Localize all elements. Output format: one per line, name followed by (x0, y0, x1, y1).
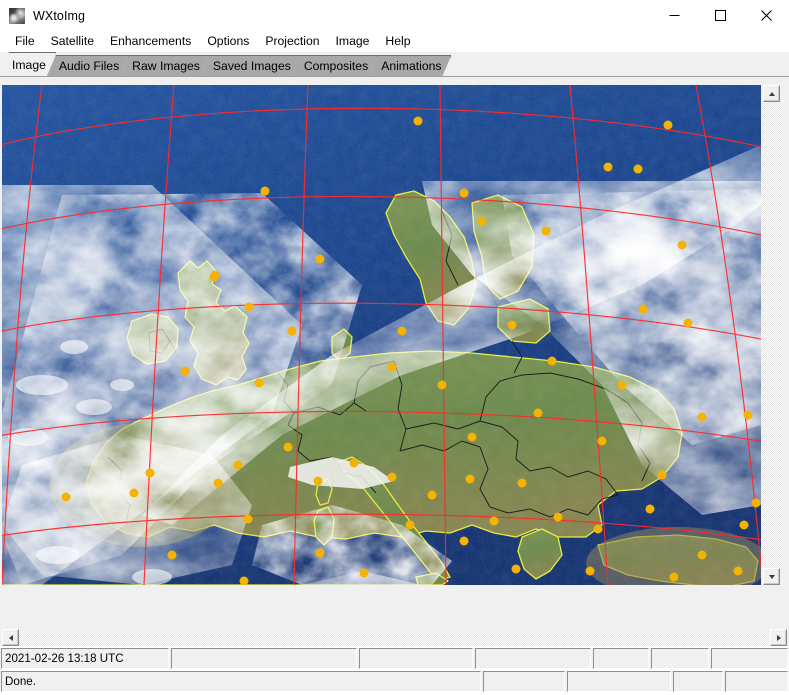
image-tab-panel (0, 77, 789, 646)
tab-raw-images[interactable]: Raw Images (120, 55, 210, 76)
menu-enhancements[interactable]: Enhancements (102, 33, 199, 50)
status-bar-top: 2021-02-26 13:18 UTC (0, 648, 789, 669)
status-bar-bottom: Done. (0, 671, 789, 692)
message-panel: Done. (1, 671, 481, 692)
tab-image[interactable]: Image (0, 52, 56, 76)
status-panel-6 (651, 648, 709, 669)
wxtoimg-window: WXtoImg File Satellite Enhancements Opti… (0, 0, 789, 695)
maximize-button[interactable] (697, 0, 743, 31)
minimize-button[interactable] (651, 0, 697, 31)
menu-image[interactable]: Image (328, 33, 378, 50)
menu-bar: File Satellite Enhancements Options Proj… (0, 31, 789, 52)
vertical-scrollbar[interactable] (763, 85, 780, 585)
menu-satellite[interactable]: Satellite (43, 33, 102, 50)
status2-panel-2 (483, 671, 565, 692)
app-satellite-icon (9, 8, 25, 24)
tab-composites[interactable]: Composites (292, 55, 378, 76)
status-panel-4 (475, 648, 591, 669)
status-panel-7 (711, 648, 788, 669)
close-button[interactable] (743, 0, 789, 31)
window-title: WXtoImg (33, 9, 85, 23)
scroll-down-arrow[interactable] (763, 568, 780, 585)
horizontal-scrollbar[interactable] (2, 629, 787, 646)
tab-strip: Image Audio Files Raw Images Saved Image… (0, 52, 789, 77)
scroll-left-arrow[interactable] (2, 629, 19, 646)
menu-options[interactable]: Options (199, 33, 257, 50)
title-bar: WXtoImg (0, 0, 789, 31)
status2-panel-4 (673, 671, 723, 692)
status2-panel-3 (567, 671, 671, 692)
tab-audio-files[interactable]: Audio Files (47, 55, 129, 76)
status2-panel-5 (725, 671, 788, 692)
status-panel-5 (593, 648, 649, 669)
window-controls (651, 0, 789, 31)
tab-saved-images[interactable]: Saved Images (201, 55, 301, 76)
scroll-up-arrow[interactable] (763, 85, 780, 102)
satellite-image-canvas[interactable] (2, 85, 761, 585)
menu-projection[interactable]: Projection (257, 33, 327, 50)
status-panel-3 (359, 648, 473, 669)
scroll-right-arrow[interactable] (770, 629, 787, 646)
tab-animations[interactable]: Animations (369, 55, 451, 76)
timestamp-panel: 2021-02-26 13:18 UTC (1, 648, 169, 669)
status-panel-2 (171, 648, 357, 669)
menu-file[interactable]: File (7, 33, 43, 50)
satellite-image-viewport[interactable] (2, 85, 761, 585)
menu-help[interactable]: Help (377, 33, 418, 50)
